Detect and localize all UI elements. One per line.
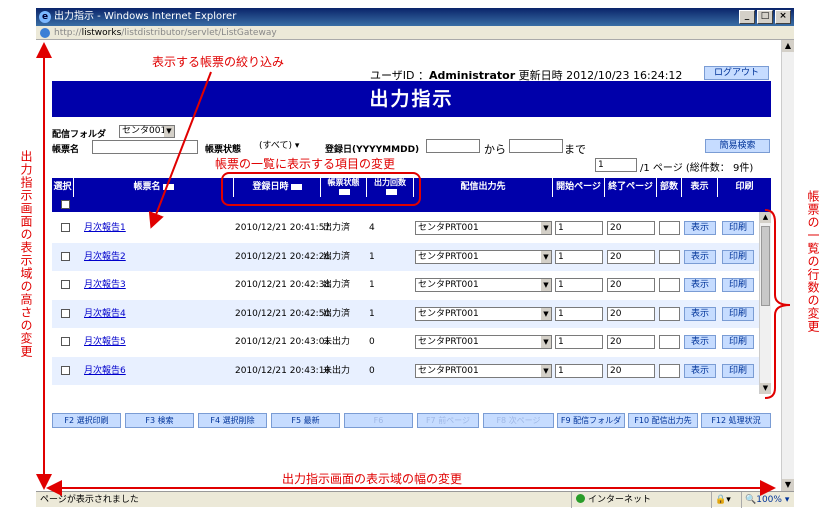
columns-note: 帳票の一覧に表示する項目の変更 xyxy=(215,157,396,171)
rows-note: 帳票の一覧の行数の変更 xyxy=(806,190,820,333)
columns-highlight xyxy=(221,172,421,206)
filter-note: 表示する帳票の絞り込み xyxy=(152,55,285,69)
annotation-overlay xyxy=(36,42,791,496)
rows-brace xyxy=(764,209,791,399)
height-note: 出力指示画面の表示域の高さの変更 xyxy=(19,150,33,358)
width-note: 出力指示画面の表示域の幅の変更 xyxy=(282,472,463,486)
filter-arrow xyxy=(148,71,212,229)
